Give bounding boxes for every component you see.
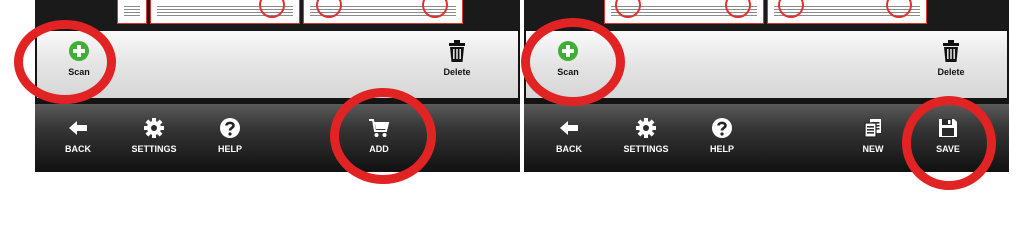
delete-button[interactable]: Delete — [422, 40, 492, 77]
trash-icon — [446, 40, 468, 62]
document-thumbnail[interactable] — [604, 0, 764, 24]
document-thumbnail[interactable] — [117, 0, 147, 24]
gear-icon — [635, 117, 657, 139]
highlight-circle-save — [902, 96, 996, 190]
arrow-left-icon — [67, 117, 89, 139]
help-label: HELP — [217, 144, 242, 154]
delete-label: Delete — [443, 67, 471, 77]
delete-button[interactable]: Delete — [916, 40, 986, 77]
back-button[interactable]: BACK — [43, 117, 113, 154]
help-label: HELP — [709, 144, 734, 154]
delete-label: Delete — [937, 67, 965, 77]
arrow-left-icon — [558, 117, 580, 139]
settings-label: SETTINGS — [131, 144, 177, 154]
highlight-circle-scan-right — [521, 18, 625, 106]
copy-pages-icon — [862, 117, 884, 139]
settings-button[interactable]: SETTINGS — [119, 117, 189, 154]
back-label: BACK — [65, 144, 91, 154]
question-icon — [711, 117, 733, 139]
back-button[interactable]: BACK — [534, 117, 604, 154]
gear-icon — [143, 117, 165, 139]
trash-icon — [940, 40, 962, 62]
screen-left: Scan Delete BACK SETTINGS HELP ADD — [35, 0, 520, 172]
settings-label: SETTINGS — [623, 144, 669, 154]
new-button[interactable]: NEW — [838, 117, 908, 154]
highlight-circle-scan-left — [14, 20, 116, 104]
new-label: NEW — [862, 144, 884, 154]
document-thumbnail[interactable] — [303, 0, 463, 24]
back-label: BACK — [556, 144, 582, 154]
help-button[interactable]: HELP — [687, 117, 757, 154]
question-icon — [219, 117, 241, 139]
help-button[interactable]: HELP — [195, 117, 265, 154]
document-thumbnail[interactable] — [150, 0, 300, 24]
document-preview-strip — [35, 0, 520, 30]
settings-button[interactable]: SETTINGS — [611, 117, 681, 154]
highlight-circle-add — [330, 88, 436, 184]
bottom-toolbar: BACK SETTINGS HELP ADD — [35, 104, 520, 172]
document-thumbnail[interactable] — [767, 0, 927, 24]
